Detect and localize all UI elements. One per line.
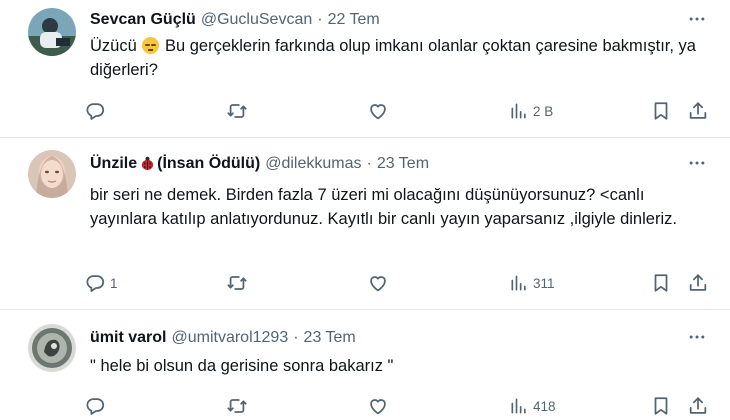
retweet-icon — [226, 100, 248, 122]
separator: · — [366, 155, 372, 172]
view-count: 418 — [533, 398, 556, 414]
action-bar: 2 B — [84, 98, 724, 124]
separator: · — [293, 329, 299, 346]
display-name-part: (İnsan Ödülü) — [157, 155, 261, 172]
reply-button[interactable] — [84, 393, 110, 419]
tweet-date[interactable]: 23 Tem — [304, 329, 356, 347]
retweet-button[interactable] — [226, 270, 252, 296]
display-name[interactable]: Sevcan Güçlü — [90, 11, 196, 29]
view-count: 2 B — [533, 103, 554, 119]
share-button[interactable] — [687, 393, 709, 419]
tweet-date[interactable]: 23 Tem — [377, 155, 429, 173]
views-icon — [509, 273, 529, 293]
action-bar: 1 311 — [84, 270, 724, 296]
views-button[interactable]: 311 — [509, 270, 555, 296]
views-button[interactable]: 418 — [509, 393, 556, 419]
share-button[interactable] — [687, 270, 709, 296]
views-icon — [509, 396, 529, 416]
user-handle[interactable]: @dilekkumas — [265, 155, 361, 173]
reply-icon — [84, 272, 106, 294]
tweet-date[interactable]: 22 Tem — [328, 11, 380, 29]
avatar[interactable] — [28, 150, 76, 198]
display-name-part: Ünzile — [90, 155, 138, 172]
like-button[interactable] — [367, 393, 393, 419]
more-options-icon[interactable] — [686, 326, 708, 348]
retweet-button[interactable] — [226, 98, 252, 124]
tweet-text: Üzücü Bu gerçeklerin farkında olup imkan… — [90, 34, 710, 82]
bookmark-icon — [650, 100, 672, 122]
bookmark-button[interactable] — [650, 270, 672, 296]
tweet-header: Sevcan Güçlü @GucluSevcan · 22 Tem — [90, 9, 380, 31]
tweet[interactable]: Sevcan Güçlü @GucluSevcan · 22 Tem Üzücü… — [0, 0, 730, 138]
tweet-header: ümit varol @umitvarol1293 · 23 Tem — [90, 327, 356, 349]
retweet-icon — [226, 395, 248, 417]
views-icon — [509, 101, 529, 121]
reply-icon — [84, 395, 106, 417]
bookmark-icon — [650, 395, 672, 417]
action-bar: 418 — [84, 393, 724, 419]
share-icon — [687, 272, 709, 294]
bookmark-icon — [650, 272, 672, 294]
reply-icon — [84, 100, 106, 122]
retweet-button[interactable] — [226, 393, 252, 419]
views-button[interactable]: 2 B — [509, 98, 553, 124]
reply-button[interactable] — [84, 98, 110, 124]
pensive-face-icon — [142, 37, 160, 54]
user-handle[interactable]: @umitvarol1293 — [171, 329, 288, 347]
reply-button[interactable]: 1 — [84, 270, 118, 296]
display-name[interactable]: Ünzile (İnsan Ödülü) — [90, 155, 260, 173]
like-button[interactable] — [367, 270, 393, 296]
tweet-header: Ünzile (İnsan Ödülü) @dilekkumas · 23 Tem — [90, 153, 429, 175]
share-icon — [687, 100, 709, 122]
tweet-text: " hele bi olsun da gerisine sonra bakarı… — [90, 357, 394, 375]
tweet-text-part: Bu gerçeklerin farkında olup imkanı olan… — [90, 37, 696, 79]
bookmark-button[interactable] — [650, 98, 672, 124]
user-handle[interactable]: @GucluSevcan — [201, 11, 312, 29]
tweet-text-part: Üzücü — [90, 37, 137, 55]
share-button[interactable] — [687, 98, 709, 124]
display-name[interactable]: ümit varol — [90, 329, 166, 347]
separator: · — [317, 11, 323, 28]
share-icon — [687, 395, 709, 417]
ladybug-icon — [142, 156, 154, 171]
bookmark-button[interactable] — [650, 393, 672, 419]
heart-icon — [367, 272, 389, 294]
heart-icon — [367, 100, 389, 122]
view-count: 311 — [533, 275, 555, 291]
avatar[interactable] — [28, 324, 76, 372]
more-options-icon[interactable] — [686, 152, 708, 174]
like-button[interactable] — [367, 98, 393, 124]
retweet-icon — [226, 272, 248, 294]
heart-icon — [367, 395, 389, 417]
reply-count: 1 — [110, 275, 118, 291]
tweet-text: bir seri ne demek. Birden fazla 7 üzeri … — [90, 186, 677, 228]
tweet[interactable]: Ünzile (İnsan Ödülü) @dilekkumas · 23 Tem… — [0, 138, 730, 310]
more-options-icon[interactable] — [686, 8, 708, 30]
avatar[interactable] — [28, 8, 76, 56]
tweet[interactable]: ümit varol @umitvarol1293 · 23 Tem " hel… — [0, 310, 730, 420]
